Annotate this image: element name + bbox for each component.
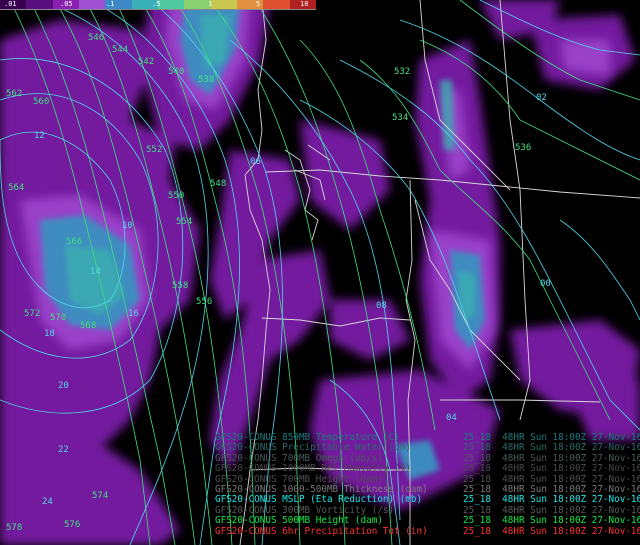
height-label: 560: [33, 97, 49, 107]
pressure-label: 24: [42, 497, 53, 507]
height-label: 556: [196, 297, 212, 307]
colorbar-swatch: [26, 0, 53, 9]
height-label: 532: [394, 67, 410, 77]
colorbar-tick-label: 5: [256, 0, 261, 8]
height-label: 540: [168, 67, 184, 77]
pressure-label: 18: [44, 329, 55, 339]
legend-row[interactable]: GFS20-CONUS 6hr Precipitation Tot (in) 25…: [215, 525, 640, 537]
pressure-label: 04: [446, 413, 457, 423]
colorbar-tick-label: .01: [4, 0, 17, 8]
height-label: 568: [80, 321, 96, 331]
legend-layer-time: 25_18 48HR Sun 18:00Z 27-Nov-16: [463, 525, 640, 537]
legend-row[interactable]: GFS20-CONUS 500MB Height (dam) 25_18 48HR…: [215, 515, 640, 527]
colorbar-tick-label: .5: [152, 0, 161, 8]
colorbar-tick-label: .1: [106, 0, 115, 8]
height-label: 552: [146, 145, 162, 155]
legend-layer-name: GFS20-CONUS 500MB Height (dam): [215, 515, 383, 527]
height-label: 534: [392, 113, 408, 123]
legend-layer-time: 25_18 48HR Sun 18:00Z 27-Nov-16: [463, 515, 640, 527]
colorbar-swatch: [210, 0, 237, 9]
colorbar-tick-label: 10: [300, 0, 309, 8]
height-label: 578: [6, 523, 22, 533]
pressure-label: 16: [128, 309, 139, 319]
height-label: 572: [24, 309, 40, 319]
height-label: 542: [138, 57, 154, 67]
colorbar-swatch: [78, 0, 106, 9]
height-label: 574: [92, 491, 108, 501]
pressure-label: 12: [34, 131, 45, 141]
height-label: 536: [515, 143, 531, 153]
pressure-label: 02: [536, 93, 547, 103]
height-label: 566: [66, 237, 82, 247]
legend-layer-name: GFS20-CONUS 6hr Precipitation Tot (in): [215, 525, 428, 537]
pressure-label: 22: [58, 445, 69, 455]
height-label: 544: [112, 45, 128, 55]
pressure-label: 06: [250, 157, 261, 167]
colorbar-swatch: [263, 0, 290, 9]
height-label: 558: [172, 281, 188, 291]
pressure-label: 08: [376, 301, 387, 311]
height-label: 546: [88, 33, 104, 43]
precip-colorbar: .01 .05 .1 .5 1 5 10: [0, 0, 316, 10]
legend-row[interactable]: GFS20-CONUS 1000MB Rel Humidity (%) 25_18…: [215, 463, 640, 474]
colorbar-tick-label: 1: [208, 0, 213, 8]
colorbar-swatch: [157, 0, 185, 9]
height-label: 538: [198, 75, 214, 85]
height-label: 576: [64, 520, 80, 530]
height-label: 554: [176, 217, 192, 227]
pressure-label: 14: [90, 267, 101, 277]
height-label: 564: [8, 183, 24, 193]
colorbar-tick-label: .05: [60, 0, 73, 8]
pressure-label: 00: [540, 279, 551, 289]
height-label: 548: [210, 179, 226, 189]
height-label: 562: [6, 89, 22, 99]
colorbar-swatch: [184, 0, 211, 9]
pressure-label: 10: [122, 221, 133, 231]
height-label: 550: [168, 191, 184, 201]
height-label: 570: [50, 313, 66, 323]
pressure-label: 20: [58, 381, 69, 391]
layer-legend: GFS20-CONUS 850MB Temperature (C) 25_18 4…: [215, 432, 640, 537]
weather-display: 546 544 542 540 538 536 534 532 562 560 …: [0, 0, 640, 545]
